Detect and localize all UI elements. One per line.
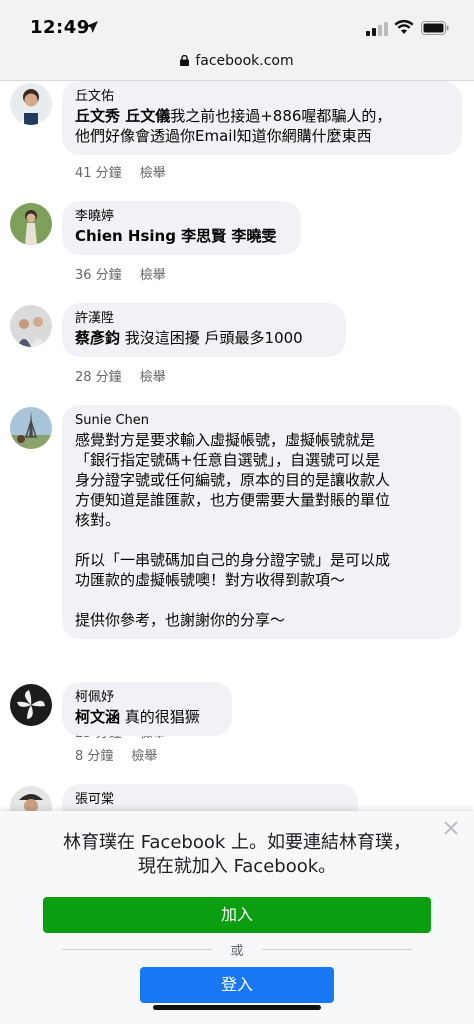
battery-icon xyxy=(421,21,449,35)
avatar[interactable] xyxy=(10,203,52,245)
login-button[interactable]: 登入 xyxy=(140,967,334,1003)
comment-author[interactable]: 張可棠 xyxy=(75,791,345,809)
login-prompt-banner: 林育璞在 Facebook 上。如要連結林育璞， 現在就加入 Facebook。… xyxy=(0,811,474,1024)
avatar-photo-icon xyxy=(10,407,52,449)
report-link[interactable]: 檢舉 xyxy=(140,370,166,385)
comment-time[interactable]: 41 分鐘 xyxy=(75,166,122,181)
comment-time[interactable]: 36 分鐘 xyxy=(75,268,122,283)
comment-meta: 8 分鐘 檢舉 xyxy=(75,745,175,764)
comment-bubble: 柯佩妤 柯文涵 真的很猖獗 xyxy=(62,682,232,736)
mentioned-users[interactable]: 蔡彥鈞 xyxy=(75,329,120,347)
comment-text: 柯文涵 真的很猖獗 xyxy=(75,707,219,727)
comment-body: 真的很猖獗 xyxy=(120,708,200,726)
comment-text: Chien Hsing 李思賢 李曉雯 xyxy=(75,226,288,246)
comment-author[interactable]: 柯佩妤 xyxy=(75,689,219,707)
avatar[interactable] xyxy=(10,305,52,347)
comment-list[interactable]: 丘文佑 丘文秀 丘文儀我之前也接過+886喔都騙人的， 他們好像會透過你Emai… xyxy=(0,81,474,811)
avatar[interactable] xyxy=(10,684,52,726)
comment-time[interactable]: 8 分鐘 xyxy=(75,749,113,764)
comment-bubble: 張可棠 xyxy=(62,784,358,811)
comment-meta: 36 分鐘 檢舉 xyxy=(75,264,184,283)
comment-text: 感覺對方是要求輸入虛擬帳號，虛擬帳號就是 「銀行指定號碼+任意自選號」，自選號可… xyxy=(75,431,391,629)
comment-text: 丘文秀 丘文儀我之前也接過+886喔都騙人的， 他們好像會透過你Email知道你… xyxy=(75,106,449,146)
avatar-photo-icon xyxy=(10,305,52,347)
home-indicator[interactable] xyxy=(153,1005,321,1010)
cellular-signal-icon xyxy=(366,22,388,36)
comment-author[interactable]: Sunie Chen xyxy=(75,412,448,430)
close-icon[interactable] xyxy=(442,819,460,837)
mentioned-users[interactable]: 丘文秀 丘文儀 xyxy=(75,107,170,125)
comment-time[interactable]: 28 分鐘 xyxy=(75,370,122,385)
comment-meta: 41 分鐘 檢舉 xyxy=(75,162,184,181)
comment-bubble: 李曉婷 Chien Hsing 李思賢 李曉雯 xyxy=(62,201,301,255)
comment-author[interactable]: 許漢陞 xyxy=(75,310,333,328)
lock-icon xyxy=(180,55,190,66)
banner-message: 林育璞在 Facebook 上。如要連結林育璞， 現在就加入 Facebook。 xyxy=(62,832,412,877)
avatar-photo-icon xyxy=(10,203,52,245)
avatar-photo-icon xyxy=(10,684,52,726)
wifi-icon xyxy=(394,19,414,34)
comment-bubble: 許漢陞 蔡彥鈞 我沒這困擾 戶頭最多1000 xyxy=(62,303,346,357)
avatar[interactable] xyxy=(10,786,52,811)
mentioned-users[interactable]: Chien Hsing 李思賢 李曉雯 xyxy=(75,227,276,245)
comment-text: 蔡彥鈞 我沒這困擾 戶頭最多1000 xyxy=(75,328,333,348)
avatar-photo-icon xyxy=(10,786,52,811)
avatar-photo-icon xyxy=(10,83,52,125)
comment-meta: 28 分鐘 檢舉 xyxy=(75,366,184,385)
report-link[interactable]: 檢舉 xyxy=(140,268,166,283)
status-bar: 12:49 xyxy=(0,0,474,48)
comment-bubble: 丘文佑 丘文秀 丘文儀我之前也接過+886喔都騙人的， 他們好像會透過你Emai… xyxy=(62,81,462,155)
comment-author[interactable]: 李曉婷 xyxy=(75,208,288,226)
browser-url-bar[interactable]: facebook.com xyxy=(0,48,474,81)
join-button[interactable]: 加入 xyxy=(43,897,431,933)
mentioned-users[interactable]: 柯文涵 xyxy=(75,708,120,726)
status-time: 12:49 xyxy=(30,17,90,38)
url-text: facebook.com xyxy=(195,53,294,69)
or-separator: 或 xyxy=(230,944,244,959)
avatar[interactable] xyxy=(10,83,52,125)
comment-body: 我沒這困擾 戶頭最多1000 xyxy=(120,329,303,347)
location-arrow-icon xyxy=(86,21,98,33)
comment-author[interactable]: 丘文佑 xyxy=(75,88,449,106)
url-display[interactable]: facebook.com xyxy=(0,53,474,69)
comment-bubble: Sunie Chen 感覺對方是要求輸入虛擬帳號，虛擬帳號就是 「銀行指定號碼+… xyxy=(62,405,461,639)
report-link[interactable]: 檢舉 xyxy=(140,166,166,181)
report-link[interactable]: 檢舉 xyxy=(131,749,157,764)
avatar[interactable] xyxy=(10,407,52,449)
